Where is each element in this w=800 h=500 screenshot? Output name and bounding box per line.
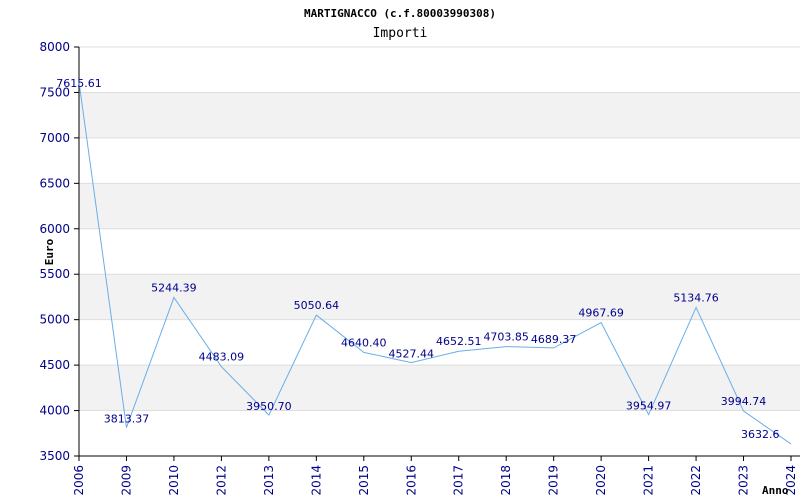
grid-band <box>79 183 800 229</box>
x-tick-label: 2022 <box>689 465 703 496</box>
x-tick-label: 2013 <box>262 465 276 496</box>
x-tick-label: 2010 <box>167 465 181 496</box>
data-label: 3813.37 <box>104 413 150 426</box>
x-tick-label: 2020 <box>594 465 608 496</box>
x-ticks: 2006 2009 2010 2012 2013 2014 2015 2016 2017 2018… <box>72 456 798 496</box>
y-tick-label: 4500 <box>39 358 70 372</box>
x-tick-label: 2012 <box>214 465 228 496</box>
data-label: 4483.09 <box>199 351 245 364</box>
x-tick-label: 2017 <box>452 465 466 496</box>
x-tick-label: 2016 <box>404 465 418 496</box>
x-tick-label: 2015 <box>357 465 371 496</box>
data-label: 4527.44 <box>389 348 435 361</box>
background-bands <box>79 92 800 411</box>
data-label: 4652.51 <box>436 335 482 348</box>
x-axis-label: Anno <box>762 484 789 497</box>
y-tick-label: 7000 <box>39 131 70 145</box>
chart-title: MARTIGNACCO (c.f.80003990308) <box>304 7 496 20</box>
x-tick-label: 2021 <box>642 465 656 496</box>
y-tick-label: 3500 <box>39 449 70 463</box>
x-tick-label: 2018 <box>499 465 513 496</box>
data-label: 3950.70 <box>246 400 292 413</box>
y-axis-label: Euro <box>43 238 56 265</box>
data-label: 5050.64 <box>294 299 340 312</box>
y-tick-label: 8000 <box>39 40 70 54</box>
chart-subtitle: Importi <box>373 26 428 41</box>
data-label: 7615.61 <box>56 77 102 90</box>
data-label: 4640.40 <box>341 336 387 349</box>
x-tick-label: 2023 <box>737 465 751 496</box>
data-label: 5244.39 <box>151 281 197 294</box>
x-tick-label: 2009 <box>119 465 133 496</box>
y-tick-label: 6500 <box>39 176 70 190</box>
grid-band <box>79 365 800 411</box>
data-label: 3954.97 <box>626 400 672 413</box>
y-tick-label: 6000 <box>39 222 70 236</box>
data-label: 5134.76 <box>673 291 719 304</box>
y-tick-label: 4000 <box>39 404 70 418</box>
x-tick-label: 2014 <box>309 465 323 496</box>
data-label: 3994.74 <box>721 395 767 408</box>
data-label: 4703.85 <box>483 331 529 344</box>
y-tick-label: 5000 <box>39 313 70 327</box>
grid-band <box>79 92 800 138</box>
chart: 3500400045005000550060006500700075008000… <box>39 7 800 497</box>
data-label: 3632.6 <box>741 428 780 441</box>
x-tick-label: 2019 <box>547 465 561 496</box>
data-label: 4967.69 <box>578 307 624 320</box>
data-label: 4689.37 <box>531 333 577 346</box>
y-tick-label: 5500 <box>39 267 70 281</box>
x-tick-label: 2006 <box>72 465 86 496</box>
